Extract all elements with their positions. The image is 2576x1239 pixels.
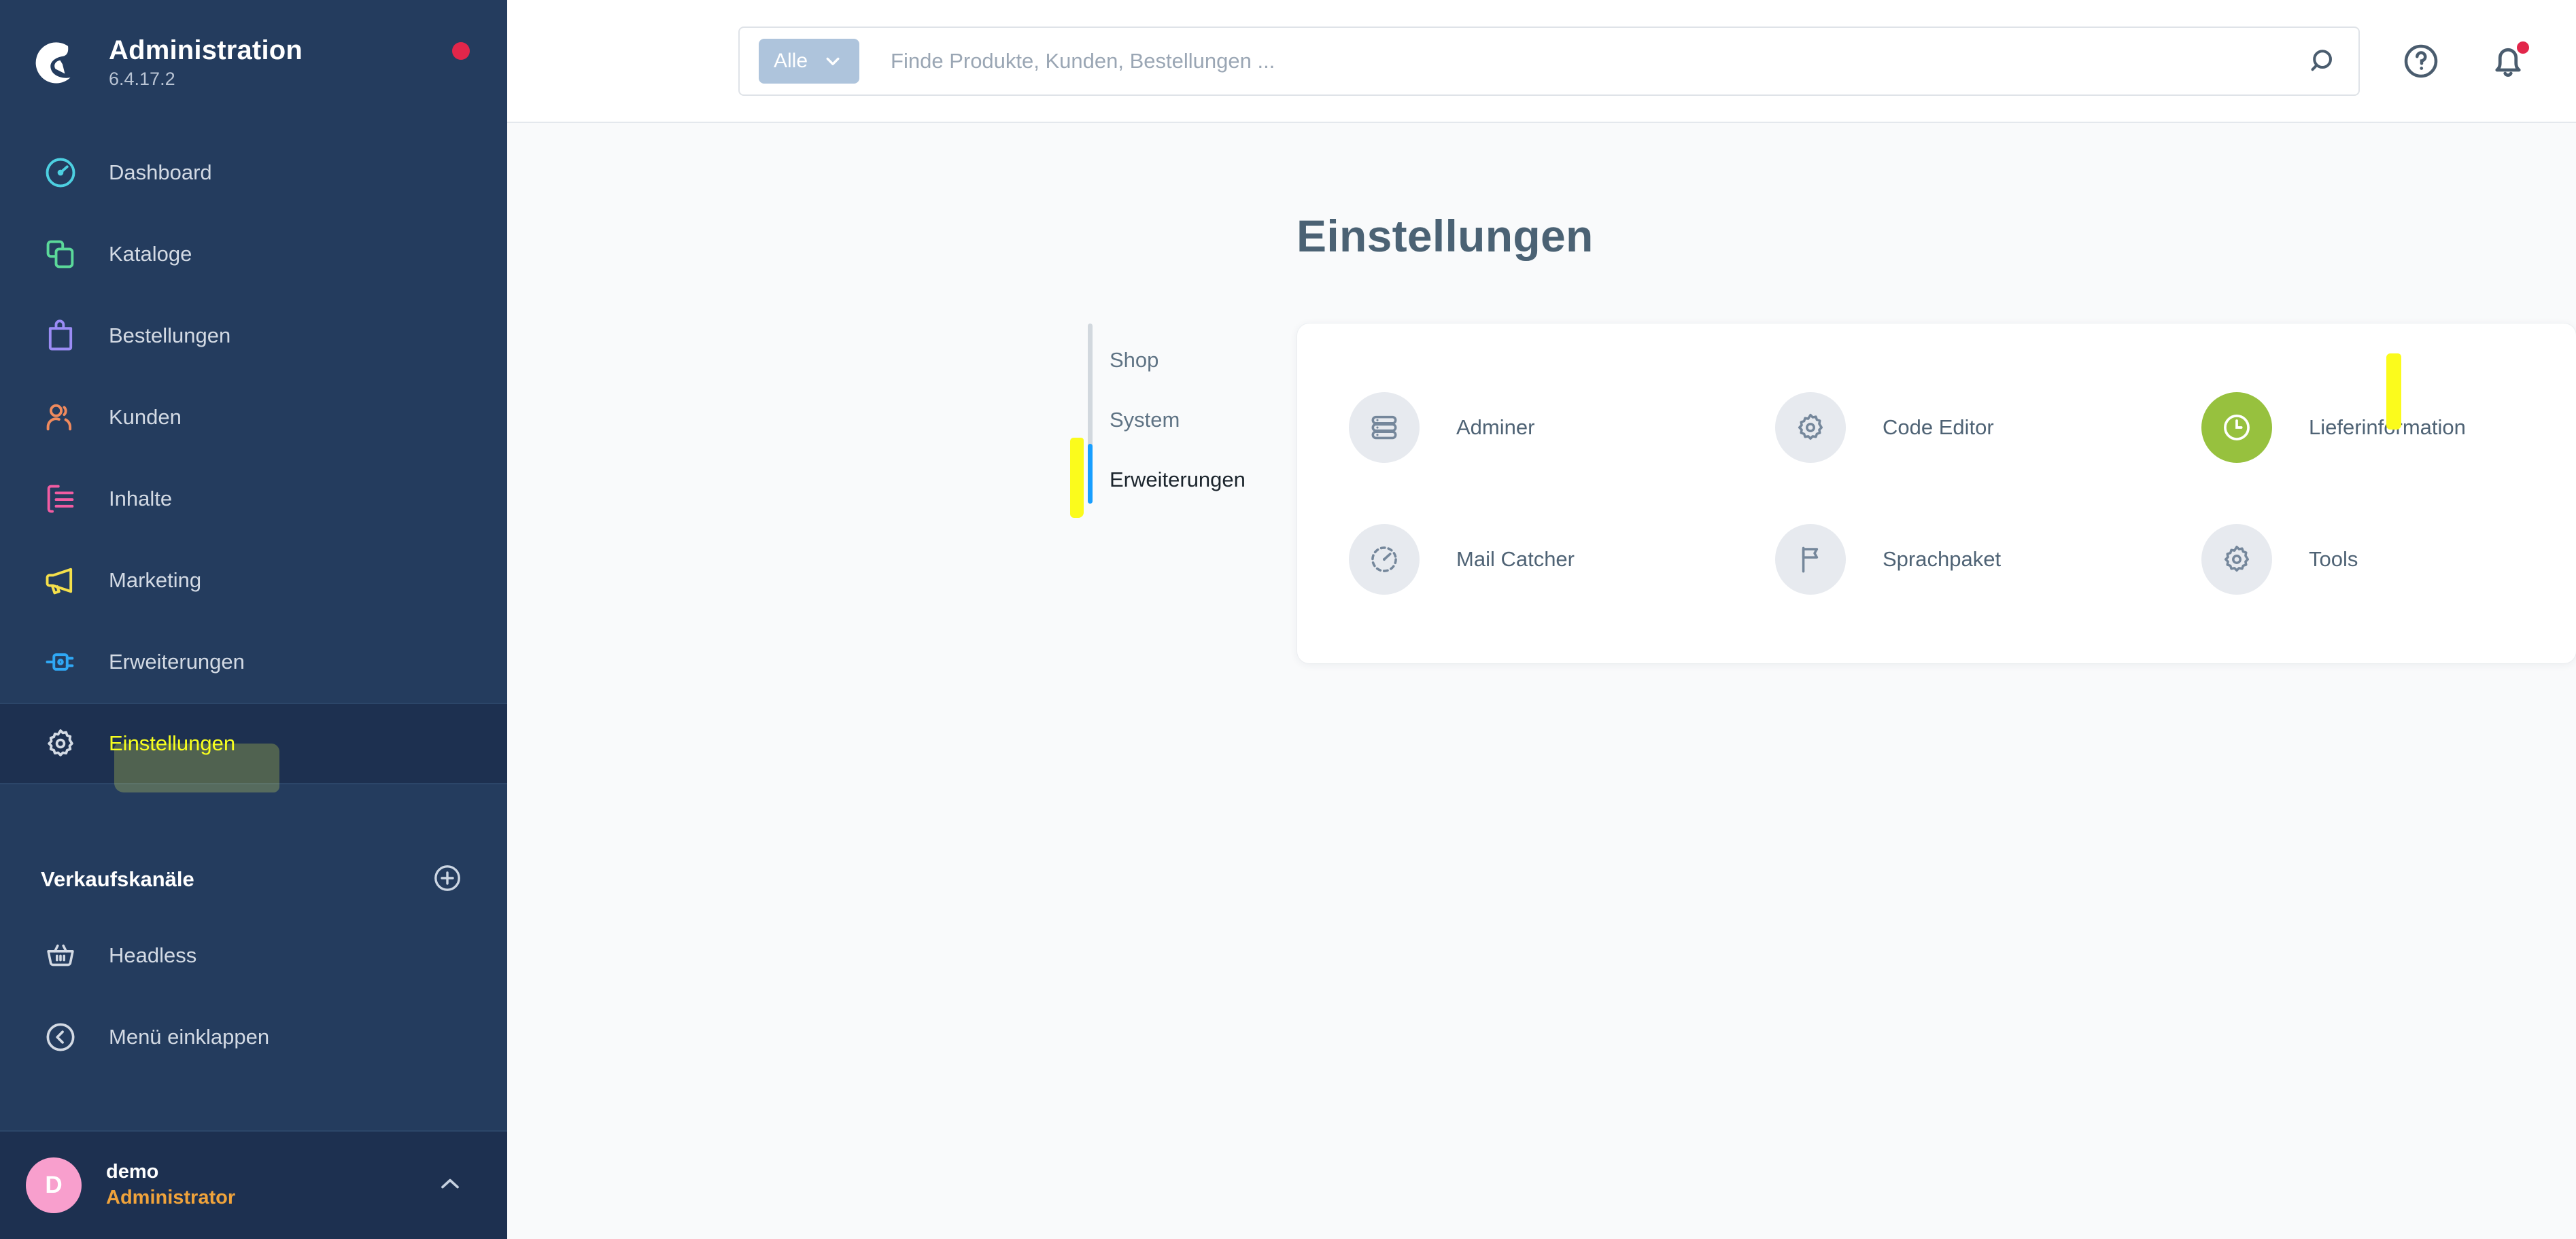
gear-icon <box>41 724 80 763</box>
sidebar-item-label: Dashboard <box>109 160 212 184</box>
extension-label: Code Editor <box>1883 415 1994 439</box>
chevron-up-icon[interactable] <box>435 1169 465 1202</box>
tab-label: Erweiterungen <box>1110 468 1246 491</box>
extension-item-tools[interactable]: Tools <box>2150 493 2576 625</box>
settings-body: Shop System Erweiterungen Adminer Code E… <box>507 324 2576 663</box>
sidebar-item-label: Kataloge <box>109 242 192 266</box>
sidebar-item-headless[interactable]: Headless <box>0 915 507 996</box>
content-icon <box>41 479 80 519</box>
chevron-down-icon <box>821 50 844 73</box>
sidebar-item-label: Bestellungen <box>109 324 231 347</box>
page-title: Einstellungen <box>1296 211 1594 261</box>
database-icon <box>1349 392 1420 463</box>
extension-label: Mail Catcher <box>1456 547 1575 571</box>
extension-label: Sprachpaket <box>1883 547 2002 571</box>
notification-badge <box>2515 39 2531 56</box>
shopware-logo-icon <box>33 37 83 87</box>
user-info: demo Administrator <box>106 1159 235 1210</box>
content-area: Einstellungen Shop System Erweiterungen <box>507 123 2576 1239</box>
topbar: Alle <box>507 0 2576 123</box>
tab-erweiterungen[interactable]: Erweiterungen <box>1110 450 1294 510</box>
extension-item-adminer[interactable]: Adminer <box>1297 362 1723 493</box>
gear-icon <box>1775 392 1846 463</box>
status-dot <box>452 42 470 60</box>
sales-channels-heading: Verkaufskanäle <box>41 867 194 891</box>
bag-icon <box>41 316 80 355</box>
sidebar-item-inhalte[interactable]: Inhalte <box>0 458 507 540</box>
sales-channels-header: Verkaufskanäle <box>0 844 507 915</box>
clock-icon <box>2201 392 2272 463</box>
sidebar-item-kataloge[interactable]: Kataloge <box>0 213 507 295</box>
admin-window: Administration 6.4.17.2 Dashboard Katalo… <box>0 0 2576 1239</box>
brand-version: 6.4.17.2 <box>109 68 175 89</box>
extension-label: Adminer <box>1456 415 1535 439</box>
extension-item-lieferinformation[interactable]: Lieferinformation <box>2150 362 2576 493</box>
extensions-card: Adminer Code Editor Mail Catcher Sprachp… <box>1297 324 2576 663</box>
extensions-grid: Adminer Code Editor Mail Catcher Sprachp… <box>1297 362 2576 625</box>
extension-item-sprachpaket[interactable]: Sprachpaket <box>1723 493 2150 625</box>
sidebar-item-kunden[interactable]: Kunden <box>0 377 507 458</box>
avatar: D <box>26 1157 82 1213</box>
sidebar-item-label: Marketing <box>109 568 202 592</box>
extension-item-mail-catcher[interactable]: Mail Catcher <box>1297 493 1723 625</box>
help-circle-icon[interactable] <box>2401 41 2441 82</box>
brand-header[interactable]: Administration 6.4.17.2 <box>0 0 507 124</box>
plus-circle-icon[interactable] <box>431 862 464 898</box>
chevron-left-circle-icon <box>41 1017 80 1057</box>
sidebar-item-dashboard[interactable]: Dashboard <box>0 132 507 213</box>
user-menu[interactable]: D demo Administrator <box>0 1130 507 1239</box>
gauge-icon <box>41 153 80 192</box>
sidebar-item-label: Einstellungen <box>109 731 236 755</box>
sidebar-item-erweiterungen[interactable]: Erweiterungen <box>0 621 507 703</box>
tab-system[interactable]: System <box>1110 390 1294 450</box>
sidebar-collapse-label: Menü einklappen <box>109 1025 270 1049</box>
search-input[interactable] <box>891 48 2304 73</box>
layers-icon <box>41 234 80 274</box>
gauge-icon <box>1349 524 1420 595</box>
gear-icon <box>2201 524 2272 595</box>
tab-active-indicator <box>1088 444 1093 504</box>
topbar-actions <box>2360 39 2531 82</box>
tab-shop[interactable]: Shop <box>1110 330 1294 390</box>
flag-icon <box>1775 524 1846 595</box>
bell-icon[interactable] <box>2488 39 2531 82</box>
sidebar-item-label: Headless <box>109 943 197 967</box>
plug-icon <box>41 642 80 682</box>
extension-item-code-editor[interactable]: Code Editor <box>1723 362 2150 493</box>
sidebar: Administration 6.4.17.2 Dashboard Katalo… <box>0 0 507 1239</box>
main-area: Alle Finde Produkte, Kunden, Bestellunge… <box>507 0 2576 1239</box>
search-icon[interactable] <box>2304 46 2343 77</box>
basket-icon <box>41 936 80 975</box>
sidebar-item-label: Kunden <box>109 405 182 429</box>
tab-label: Shop <box>1110 348 1159 372</box>
sidebar-item-label: Erweiterungen <box>109 650 245 674</box>
main-navigation: Dashboard Kataloge Bestellungen Kunden I… <box>0 124 507 784</box>
extension-label: Tools <box>2309 547 2358 571</box>
search-scope-label: Alle <box>774 49 808 72</box>
user-name: demo <box>106 1161 159 1183</box>
global-search: Alle <box>738 26 2360 96</box>
sidebar-item-label: Inhalte <box>109 487 173 510</box>
sidebar-collapse-menu[interactable]: Menü einklappen <box>0 996 507 1078</box>
sidebar-item-bestellungen[interactable]: Bestellungen <box>0 295 507 377</box>
tab-label: System <box>1110 408 1180 432</box>
users-icon <box>41 398 80 437</box>
search-scope-button[interactable]: Alle <box>759 38 860 84</box>
sidebar-item-einstellungen[interactable]: Einstellungen <box>0 703 507 784</box>
user-role: Administrator <box>106 1187 236 1208</box>
marker-highlight-erweiterungen-tab <box>1070 438 1084 518</box>
sidebar-item-marketing[interactable]: Marketing <box>0 540 507 621</box>
megaphone-icon <box>41 561 80 600</box>
marker-highlight-lieferinformation <box>2386 353 2401 430</box>
brand-title: Administration <box>109 35 303 65</box>
settings-tab-list: Shop System Erweiterungen <box>1070 324 1294 663</box>
